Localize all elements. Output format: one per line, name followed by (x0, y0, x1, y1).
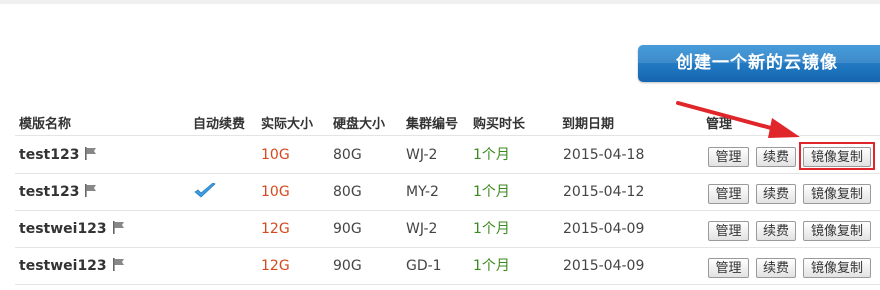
annotation-arrow (676, 101, 800, 138)
